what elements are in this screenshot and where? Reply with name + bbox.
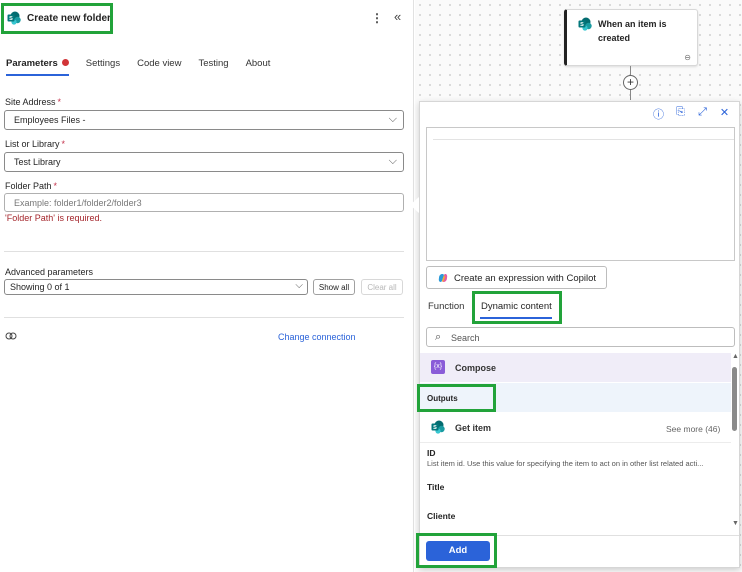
search-placeholder: Search: [451, 333, 480, 343]
clear-all-button[interactable]: Clear all: [361, 279, 403, 295]
tab-testing[interactable]: Testing: [198, 58, 228, 69]
required-mark: *: [61, 139, 66, 149]
info-icon[interactable]: ⓘ: [652, 106, 665, 122]
trigger-card[interactable]: S When an item is created ⊖: [564, 9, 698, 66]
expression-editor[interactable]: [426, 127, 735, 261]
show-all-button[interactable]: Show all: [313, 279, 355, 295]
folder-path-input[interactable]: Example: folder1/folder2/folder3: [4, 193, 404, 212]
tab-parameters[interactable]: Parameters: [6, 58, 69, 76]
chevron-down-icon: ⌵: [295, 280, 303, 291]
sharepoint-logo-icon: S: [431, 420, 445, 434]
input-placeholder: Example: folder1/folder2/folder3: [14, 198, 142, 208]
list-or-library-label: List or Library *: [5, 139, 65, 149]
copilot-expression-button[interactable]: Create an expression with Copilot: [426, 266, 607, 289]
see-more-link[interactable]: See more (46): [666, 424, 720, 434]
folder-path-label: Folder Path *: [5, 181, 57, 191]
error-indicator-icon: [61, 59, 69, 66]
id-token-description: List item id. Use this value for specify…: [427, 459, 704, 468]
tab-about[interactable]: About: [246, 58, 271, 69]
compose-group-header[interactable]: {x} Compose: [420, 353, 731, 382]
copilot-icon: [438, 274, 448, 282]
config-tabs: Parameters Settings Code view Testing Ab…: [6, 58, 287, 76]
title-token[interactable]: Title: [427, 482, 444, 492]
copilot-label: Create an expression with Copilot: [454, 273, 597, 284]
compose-label: Compose: [455, 363, 497, 373]
id-token[interactable]: ID: [427, 448, 436, 458]
change-connection-link[interactable]: Change connection: [278, 332, 356, 342]
token-list-scrollbar[interactable]: ▲ ▼: [731, 353, 739, 533]
cliente-token[interactable]: Cliente: [427, 511, 455, 521]
sharepoint-logo-icon: S: [578, 17, 592, 31]
expand-icon[interactable]: ⤢: [696, 106, 709, 122]
divider: [4, 317, 404, 318]
get-item-group-header[interactable]: Get item: [455, 423, 491, 433]
scroll-down-icon[interactable]: ▼: [732, 520, 739, 527]
dropdown-value: Test Library: [14, 157, 61, 167]
flyout-pointer: [410, 197, 419, 213]
highlight-box: [472, 291, 562, 324]
required-mark: *: [53, 181, 58, 191]
divider: [420, 442, 731, 443]
chevron-down-icon: ⌵: [388, 113, 397, 125]
scrollbar-thumb[interactable]: [732, 367, 737, 431]
plus-icon[interactable]: +: [623, 75, 638, 90]
trigger-title: When an item is created: [598, 19, 667, 43]
folder-path-error: 'Folder Path' is required.: [5, 213, 102, 223]
close-icon[interactable]: ✕: [718, 106, 731, 122]
advanced-parameters-dropdown[interactable]: Showing 0 of 1 ⌵: [4, 279, 308, 295]
action-config-panel: S Create new folder ⋮ « Parameters Setti…: [0, 0, 414, 572]
highlight-box: [1, 3, 113, 34]
required-mark: *: [57, 97, 62, 107]
compose-icon: {x}: [431, 360, 445, 374]
link-icon: ⊖: [684, 53, 691, 62]
advanced-parameters-label: Advanced parameters: [5, 267, 94, 277]
label-text: List or Library: [5, 139, 60, 149]
search-input[interactable]: ⌕ Search: [426, 327, 735, 347]
search-icon: ⌕: [435, 331, 442, 343]
label-text: Site Address: [5, 97, 56, 107]
double-chevron-left-icon[interactable]: «: [394, 9, 401, 24]
more-vertical-icon[interactable]: ⋮: [371, 11, 383, 25]
divider: [4, 251, 404, 252]
flyout-toolbar: ⓘ ⎘ ⤢ ✕: [652, 106, 731, 122]
svg-text:S: S: [580, 22, 584, 28]
site-address-label: Site Address *: [5, 97, 61, 107]
scroll-up-icon[interactable]: ▲: [732, 353, 739, 360]
tab-function[interactable]: Function: [428, 301, 464, 312]
tab-label: Parameters: [6, 58, 58, 69]
expression-input-line[interactable]: [433, 128, 734, 140]
label-text: Folder Path: [5, 181, 52, 191]
svg-text:S: S: [433, 425, 437, 431]
list-or-library-dropdown[interactable]: Test Library ⌵: [4, 152, 404, 172]
dropdown-value: Employees Files -: [14, 115, 86, 125]
dropdown-value: Showing 0 of 1: [10, 282, 70, 292]
tab-code-view[interactable]: Code view: [137, 58, 181, 69]
highlight-box: [417, 384, 496, 412]
site-address-dropdown[interactable]: Employees Files - ⌵: [4, 110, 404, 130]
clipboard-icon[interactable]: ⎘: [674, 106, 687, 122]
tab-settings[interactable]: Settings: [86, 58, 120, 69]
chevron-down-icon: ⌵: [388, 155, 397, 167]
highlight-box: [416, 533, 497, 568]
connection-icon: [5, 332, 17, 340]
